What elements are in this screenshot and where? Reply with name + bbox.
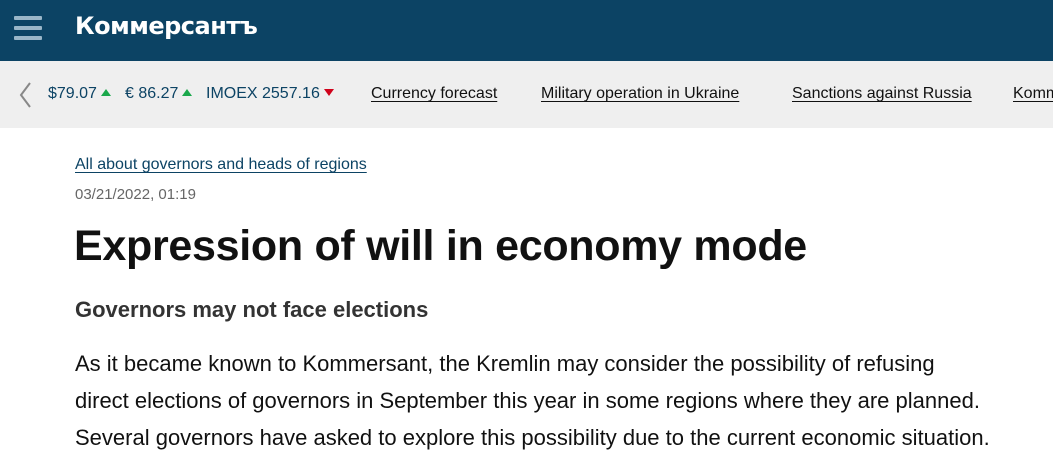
article-title: Expression of will in economy mode bbox=[74, 222, 807, 270]
chevron-left-icon[interactable] bbox=[18, 81, 34, 109]
quote-usd-value: $79.07 bbox=[48, 85, 97, 102]
menu-bar bbox=[14, 36, 42, 40]
publish-date: 03/21/2022, 01:19 bbox=[75, 186, 196, 203]
lead-line: direct elections of governors in Septemb… bbox=[75, 388, 980, 413]
site-header: Коммерсантъ bbox=[0, 0, 1053, 61]
site-logo[interactable]: Коммерсантъ bbox=[75, 12, 258, 40]
link-military-operation[interactable]: Military operation in Ukraine bbox=[541, 85, 739, 103]
lead-line: Several governors have asked to explore … bbox=[75, 425, 990, 450]
link-sanctions[interactable]: Sanctions against Russia bbox=[792, 85, 972, 103]
rubric-link[interactable]: All about governors and heads of regions bbox=[75, 156, 367, 174]
hamburger-menu-icon[interactable] bbox=[14, 16, 42, 40]
menu-bar bbox=[14, 26, 42, 30]
quote-eur-value: € 86.27 bbox=[125, 85, 179, 102]
arrow-up-icon bbox=[100, 89, 111, 96]
lead-line: As it became known to Kommersant, the Kr… bbox=[75, 351, 935, 376]
article-lead: As it became known to Kommersant, the Kr… bbox=[75, 345, 1050, 456]
menu-bar bbox=[14, 16, 42, 20]
ticker-bar: $79.07 € 86.27 IMOEX 2557.16 Currency fo… bbox=[0, 61, 1053, 128]
link-currency-forecast[interactable]: Currency forecast bbox=[371, 85, 497, 103]
quote-imoex-value: IMOEX 2557.16 bbox=[206, 85, 320, 102]
arrow-down-icon bbox=[323, 89, 334, 96]
arrow-up-icon bbox=[182, 89, 193, 96]
quote-usd[interactable]: $79.07 bbox=[48, 85, 111, 103]
quote-eur[interactable]: € 86.27 bbox=[125, 85, 193, 103]
quote-imoex[interactable]: IMOEX 2557.16 bbox=[206, 85, 334, 103]
link-kommersant-more[interactable]: Komm bbox=[1013, 85, 1053, 103]
article-subtitle: Governors may not face elections bbox=[75, 297, 429, 322]
